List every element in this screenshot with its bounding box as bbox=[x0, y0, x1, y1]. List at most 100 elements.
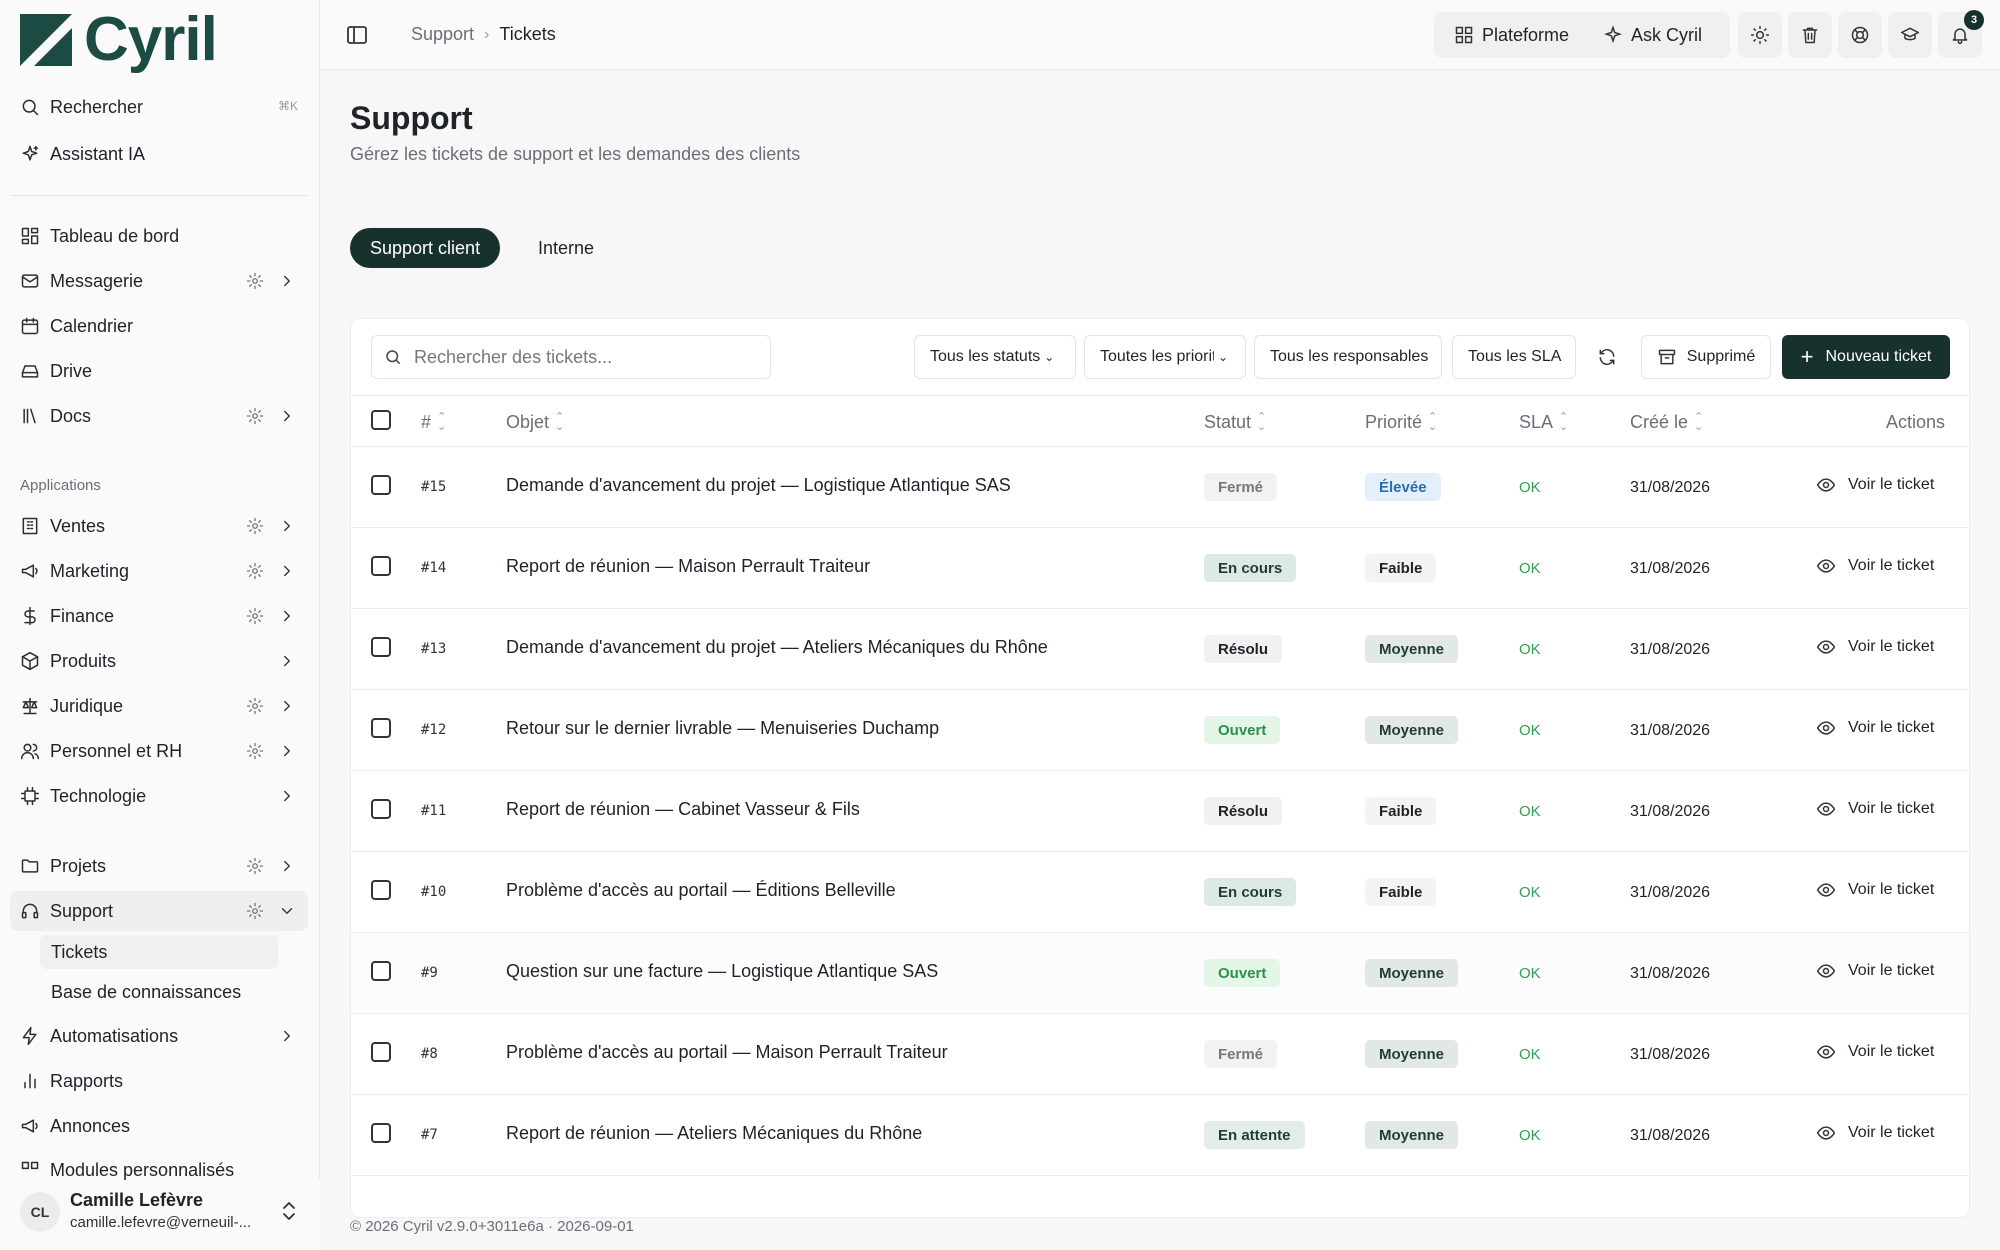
view-ticket-button[interactable]: Voir le ticket bbox=[1816, 475, 1934, 495]
deleted-tickets-button[interactable]: Supprimé bbox=[1641, 335, 1771, 379]
column-priority[interactable]: Priorité ⌃ ⌄ bbox=[1365, 411, 1437, 433]
sidebar-item-annonces[interactable]: Annonces bbox=[10, 1106, 308, 1146]
chevron-right-icon[interactable] bbox=[278, 517, 296, 535]
notifications-button[interactable]: 3 bbox=[1938, 10, 1984, 58]
sidebar-item-marketing[interactable]: Marketing bbox=[10, 551, 308, 591]
chevron-right-icon[interactable] bbox=[278, 607, 296, 625]
gear-icon[interactable] bbox=[246, 407, 264, 425]
chevron-down-icon[interactable] bbox=[278, 902, 296, 920]
gear-icon[interactable] bbox=[246, 857, 264, 875]
filter-assignee[interactable]: Tous les responsables bbox=[1254, 335, 1442, 379]
table-row[interactable]: #10 Problème d'accès au portail — Édition… bbox=[351, 852, 1969, 933]
chevron-right-icon[interactable] bbox=[278, 652, 296, 670]
table-row[interactable]: #12 Retour sur le dernier livrable — Menu… bbox=[351, 690, 1969, 771]
view-ticket-button[interactable]: Voir le ticket bbox=[1816, 637, 1934, 657]
table-row[interactable]: #11 Report de réunion — Cabinet Vasseur &… bbox=[351, 771, 1969, 852]
new-ticket-button[interactable]: + Nouveau ticket bbox=[1782, 335, 1950, 379]
tab-customer-support[interactable]: Support client bbox=[350, 228, 501, 268]
filter-status[interactable]: Tous les statuts ⌄ bbox=[914, 335, 1076, 379]
sidebar-item-support[interactable]: Support bbox=[10, 891, 308, 931]
filter-priority[interactable]: Toutes les priorités ⌄ bbox=[1084, 335, 1246, 379]
sidebar-subitem-tickets[interactable]: Tickets bbox=[40, 935, 278, 969]
sidebar-item-calendrier[interactable]: Calendrier bbox=[10, 306, 308, 346]
sidebar-item-ventes[interactable]: Ventes bbox=[10, 506, 308, 546]
select-all-checkbox[interactable] bbox=[371, 410, 391, 430]
view-ticket-button[interactable]: Voir le ticket bbox=[1816, 961, 1934, 981]
ticket-subject[interactable]: Report de réunion — Cabinet Vasseur & Fi… bbox=[506, 799, 860, 820]
sidebar-item-automatisations[interactable]: Automatisations bbox=[10, 1016, 308, 1056]
platform-button[interactable]: Plateforme bbox=[1454, 25, 1569, 46]
ticket-subject[interactable]: Report de réunion — Maison Perrault Trai… bbox=[506, 556, 870, 577]
view-ticket-button[interactable]: Voir le ticket bbox=[1816, 556, 1934, 576]
sidebar-item-docs[interactable]: Docs bbox=[10, 396, 308, 436]
tab-internal[interactable]: Interne bbox=[518, 228, 614, 268]
chevron-right-icon[interactable] bbox=[278, 857, 296, 875]
chevron-right-icon[interactable] bbox=[278, 407, 296, 425]
table-row[interactable]: #8 Problème d'accès au portail — Maison P… bbox=[351, 1014, 1969, 1095]
row-checkbox[interactable] bbox=[371, 475, 391, 495]
gear-icon[interactable] bbox=[246, 562, 264, 580]
filter-sla[interactable]: Tous les SLA bbox=[1452, 335, 1576, 379]
column-num[interactable]: # ⌃ ⌄ bbox=[421, 411, 446, 433]
chevron-right-icon[interactable] bbox=[278, 742, 296, 760]
table-row[interactable]: #14 Report de réunion — Maison Perrault T… bbox=[351, 528, 1969, 609]
sidebar-item-rh[interactable]: Personnel et RH bbox=[10, 731, 308, 771]
sidebar-item-drive[interactable]: Drive bbox=[10, 351, 308, 391]
view-ticket-button[interactable]: Voir le ticket bbox=[1816, 799, 1934, 819]
gear-icon[interactable] bbox=[246, 902, 264, 920]
sidebar-item-finance[interactable]: Finance bbox=[10, 596, 308, 636]
sidebar-search[interactable]: Rechercher ⌘K bbox=[10, 87, 308, 127]
gear-icon[interactable] bbox=[246, 272, 264, 290]
chevron-right-icon[interactable] bbox=[278, 1027, 296, 1045]
row-checkbox[interactable] bbox=[371, 1042, 391, 1062]
column-created[interactable]: Créé le ⌃ ⌄ bbox=[1630, 411, 1703, 433]
ticket-subject[interactable]: Problème d'accès au portail — Maison Per… bbox=[506, 1042, 948, 1063]
row-checkbox[interactable] bbox=[371, 1123, 391, 1143]
sidebar-item-custom-modules[interactable]: Modules personnalisés bbox=[10, 1151, 308, 1180]
view-ticket-button[interactable]: Voir le ticket bbox=[1816, 880, 1934, 900]
ticket-subject[interactable]: Demande d'avancement du projet — Atelier… bbox=[506, 637, 1048, 658]
ticket-subject[interactable]: Demande d'avancement du projet — Logisti… bbox=[506, 475, 1011, 496]
row-checkbox[interactable] bbox=[371, 637, 391, 657]
ticket-subject[interactable]: Problème d'accès au portail — Éditions B… bbox=[506, 880, 896, 901]
table-row[interactable]: #7 Report de réunion — Ateliers Mécanique… bbox=[351, 1095, 1969, 1176]
row-checkbox[interactable] bbox=[371, 880, 391, 900]
sidebar-toggle-icon[interactable] bbox=[346, 24, 368, 46]
academy-button[interactable] bbox=[1888, 12, 1932, 58]
row-checkbox[interactable] bbox=[371, 718, 391, 738]
ticket-subject[interactable]: Retour sur le dernier livrable — Menuise… bbox=[506, 718, 939, 739]
theme-toggle-button[interactable] bbox=[1738, 12, 1782, 58]
column-status[interactable]: Statut ⌃ ⌄ bbox=[1204, 411, 1266, 433]
trash-button[interactable] bbox=[1788, 12, 1832, 58]
gear-icon[interactable] bbox=[246, 517, 264, 535]
view-ticket-button[interactable]: Voir le ticket bbox=[1816, 718, 1934, 738]
table-row[interactable]: #15 Demande d'avancement du projet — Logi… bbox=[351, 447, 1969, 528]
chevron-right-icon[interactable] bbox=[278, 787, 296, 805]
gear-icon[interactable] bbox=[246, 742, 264, 760]
ticket-search-input[interactable] bbox=[414, 346, 754, 368]
ticket-subject[interactable]: Report de réunion — Ateliers Mécaniques … bbox=[506, 1123, 922, 1144]
row-checkbox[interactable] bbox=[371, 799, 391, 819]
chevron-right-icon[interactable] bbox=[278, 697, 296, 715]
sidebar-item-juridique[interactable]: Juridique bbox=[10, 686, 308, 726]
column-subject[interactable]: Objet ⌃ ⌄ bbox=[506, 411, 564, 433]
sidebar-item-projets[interactable]: Projets bbox=[10, 846, 308, 886]
view-ticket-button[interactable]: Voir le ticket bbox=[1816, 1042, 1934, 1062]
ask-cyril-button[interactable]: Ask Cyril bbox=[1603, 25, 1702, 46]
ticket-subject[interactable]: Question sur une facture — Logistique At… bbox=[506, 961, 938, 982]
row-checkbox[interactable] bbox=[371, 961, 391, 981]
sidebar-item-rapports[interactable]: Rapports bbox=[10, 1061, 308, 1101]
gear-icon[interactable] bbox=[246, 607, 264, 625]
sidebar-assistant[interactable]: Assistant IA bbox=[10, 134, 308, 174]
user-menu[interactable]: CL Camille Lefèvre camille.lefevre@verne… bbox=[0, 1180, 320, 1250]
refresh-button[interactable] bbox=[1591, 341, 1623, 373]
column-sla[interactable]: SLA ⌃ ⌄ bbox=[1519, 411, 1568, 433]
sidebar-item-produits[interactable]: Produits bbox=[10, 641, 308, 681]
gear-icon[interactable] bbox=[246, 697, 264, 715]
sidebar-item-messagerie[interactable]: Messagerie bbox=[10, 261, 308, 301]
breadcrumb-support[interactable]: Support bbox=[411, 24, 474, 45]
ticket-search[interactable] bbox=[371, 335, 771, 379]
logo[interactable]: Cyril bbox=[20, 8, 218, 72]
row-checkbox[interactable] bbox=[371, 556, 391, 576]
sidebar-subitem-knowledge-base[interactable]: Base de connaissances bbox=[40, 975, 278, 1009]
